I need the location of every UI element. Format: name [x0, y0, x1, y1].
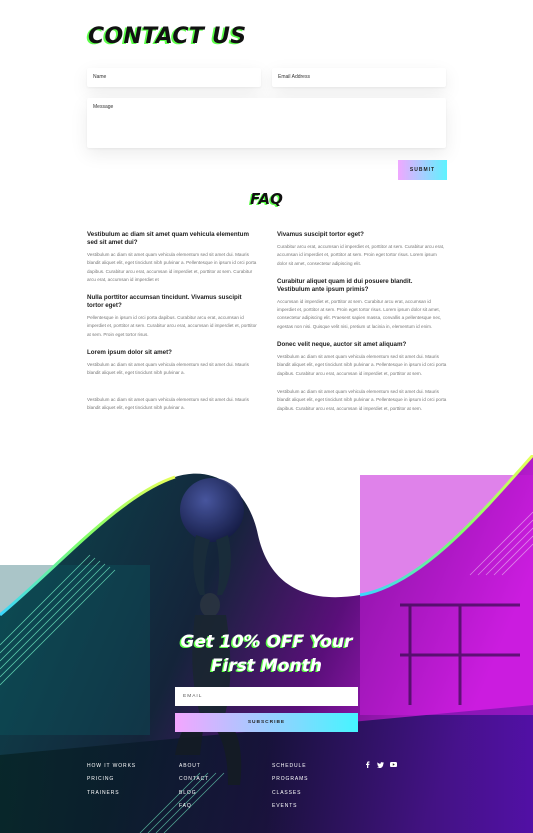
faq-answer: Vestibulum ac diam sit amet quam vehicul… — [87, 362, 249, 376]
faq-question: Lorem ipsum dolor sit amet? — [87, 349, 172, 357]
newsletter-email-input[interactable]: EMAIL — [175, 687, 358, 706]
footer-link-blog[interactable]: BLOG — [179, 787, 209, 800]
footer-link-trainers[interactable]: TRAINERS — [87, 787, 136, 800]
faq-item: Donec velit neque, auctor sit amet aliqu… — [277, 341, 447, 378]
footer-column-1: HOW IT WORKS PRICING TRAINERS — [87, 760, 136, 800]
faq-answer: Vestibulum ac diam sit amet quam vehicul… — [277, 388, 447, 411]
name-field[interactable]: Name — [87, 68, 261, 87]
footer-link-programs[interactable]: PROGRAMS — [272, 773, 308, 786]
email-address-field[interactable]: Email Address — [272, 68, 446, 87]
faq-item: Vivamus suscipit tortor eget? Curabitur … — [277, 231, 447, 268]
faq-title: FAQ — [250, 190, 283, 208]
social-links — [364, 761, 397, 768]
message-field[interactable]: Message — [87, 98, 446, 148]
faq-answer: Vestibulum ac diam sit amet quam vehicul… — [277, 354, 447, 376]
footer-link-schedule[interactable]: SCHEDULE — [272, 760, 308, 773]
footer-column-3: SCHEDULE PROGRAMS CLASSES EVENTS — [272, 760, 308, 813]
faq-answer: Curabitur arcu erat, accumsan id imperdi… — [277, 244, 445, 266]
promo-heading: Get 10% OFF Your First Month — [0, 630, 533, 678]
faq-item: Vestibulum ac diam sit amet quam vehicul… — [277, 388, 447, 413]
faq-item: Lorem ipsum dolor sit amet? Vestibulum a… — [87, 349, 257, 378]
contact-section: CONTACT US Name Email Address Message SU… — [0, 0, 533, 460]
promo-line-2: First Month — [211, 656, 322, 676]
footer-link-classes[interactable]: CLASSES — [272, 787, 308, 800]
faq-question: Donec velit neque, auctor sit amet aliqu… — [277, 341, 407, 349]
faq-answer: Pellentesque in ipsum id orci porta dapi… — [87, 315, 257, 337]
footer-link-events[interactable]: EVENTS — [272, 800, 308, 813]
faq-question: Nulla porttitor accumsan tincidunt. Viva… — [87, 294, 242, 310]
footer-link-about[interactable]: ABOUT — [179, 760, 209, 773]
twitter-icon[interactable] — [377, 761, 384, 768]
promo-line-1: Get 10% OFF Your — [180, 632, 353, 652]
footer-link-pricing[interactable]: PRICING — [87, 773, 136, 786]
faq-question: Curabitur aliquet quam id dui posuere bl… — [277, 277, 413, 293]
faq-answer: Vestibulum ac diam sit amet quam vehicul… — [87, 252, 257, 282]
faq-answer: Accumsan id imperdiet et, porttitor at s… — [277, 298, 442, 329]
faq-item: Nulla porttitor accumsan tincidunt. Viva… — [87, 294, 257, 339]
submit-button[interactable]: SUBMIT — [398, 160, 447, 180]
subscribe-button[interactable]: SUBSCRIBE — [175, 713, 358, 732]
faq-question: Vestibulum ac diam sit amet quam vehicul… — [87, 231, 249, 246]
footer-column-2: ABOUT CONTACT BLOG FAQ — [179, 760, 209, 813]
contact-title: CONTACT US — [88, 24, 247, 49]
faq-item: Vestibulum ac diam sit amet quam vehicul… — [87, 231, 257, 284]
promo-hero: Get 10% OFF Your First Month — [0, 455, 533, 833]
faq-answer: Vestibulum ac diam sit amet quam vehicul… — [87, 396, 249, 410]
facebook-icon[interactable] — [364, 761, 371, 768]
faq-column-left: Vestibulum ac diam sit amet quam vehicul… — [87, 231, 257, 422]
faq-item: Vestibulum ac diam sit amet quam vehicul… — [87, 396, 257, 413]
footer-link-how-it-works[interactable]: HOW IT WORKS — [87, 760, 136, 773]
faq-column-right: Vivamus suscipit tortor eget? Curabitur … — [277, 231, 447, 423]
youtube-icon[interactable] — [390, 761, 397, 768]
faq-item: Curabitur aliquet quam id dui posuere bl… — [277, 278, 447, 331]
footer-link-faq[interactable]: FAQ — [179, 800, 209, 813]
faq-question: Vivamus suscipit tortor eget? — [277, 231, 364, 238]
footer-link-contact[interactable]: CONTACT — [179, 773, 209, 786]
